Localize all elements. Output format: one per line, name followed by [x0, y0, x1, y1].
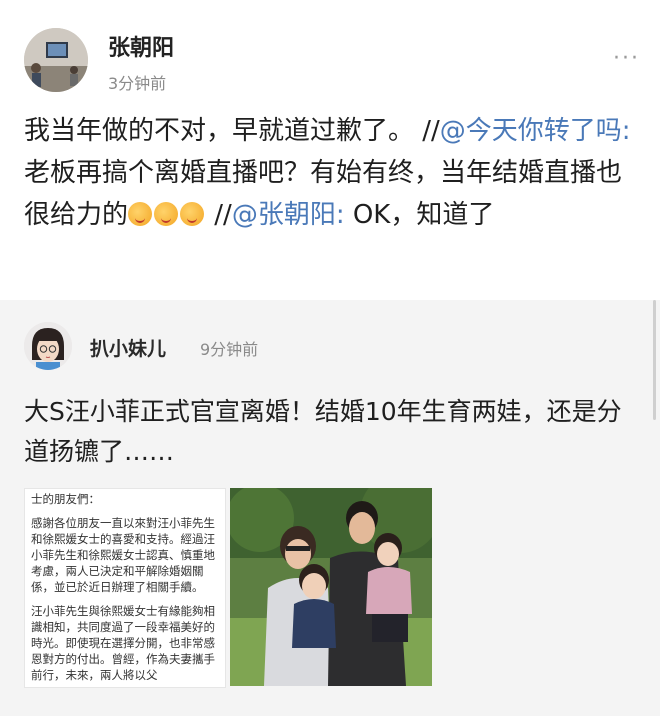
author-name[interactable]: 张朝阳	[108, 30, 174, 62]
laughing-emoji-icon	[154, 202, 179, 226]
letter-line: 士的朋友們：	[31, 492, 100, 506]
post-text: 我当年做的不对，早就道过歉了。 //@今天你转了吗: 老板再搞个离婚直播吧？有始…	[24, 110, 636, 236]
more-options-icon[interactable]: ···	[613, 46, 640, 71]
letter-paragraph: 感謝各位朋友一直以來對汪小菲先生和徐熙媛女士的喜愛和支持。經過汪小菲先生和徐熙媛…	[31, 516, 215, 594]
scrollbar[interactable]	[653, 300, 656, 420]
retweeted-post[interactable]: 扒小妹儿 9分钟前 大S汪小菲正式官宣离婚！结婚10年生育两娃，还是分道扬镳了……	[0, 300, 660, 716]
family-photo-image[interactable]	[230, 488, 432, 686]
original-post-text: 大S汪小菲正式官宣离婚！结婚10年生育两娃，还是分道扬镳了……	[24, 397, 622, 466]
post-text-part: OK，知道了	[344, 200, 495, 230]
author-avatar[interactable]	[24, 28, 88, 92]
mention-link[interactable]: @张朝阳:	[232, 200, 345, 230]
post-text-part: //	[206, 200, 232, 230]
original-author-avatar[interactable]	[24, 322, 72, 370]
weibo-post: 张朝阳 3分钟前 ··· 我当年做的不对，早就道过歉了。 //@今天你转了吗: …	[0, 0, 660, 300]
mention-link[interactable]: @今天你转了吗:	[440, 116, 631, 146]
original-timestamp: 9分钟前	[200, 340, 259, 359]
original-author-name[interactable]: 扒小妹儿	[90, 334, 166, 361]
post-text-part: 我当年做的不对，早就道过歉了。 //	[24, 116, 440, 146]
laughing-emoji-icon	[128, 202, 153, 226]
laughing-emoji-icon	[180, 202, 205, 226]
statement-letter-image[interactable]: 士的朋友們： 感謝各位朋友一直以來對汪小菲先生和徐熙媛女士的喜愛和支持。經過汪小…	[24, 488, 226, 688]
letter-paragraph: 汪小菲先生與徐熙媛女士有緣能夠相識相知，共同度過了一段幸福美好的時光。即使現在選…	[31, 604, 215, 682]
post-timestamp: 3分钟前	[108, 74, 167, 93]
